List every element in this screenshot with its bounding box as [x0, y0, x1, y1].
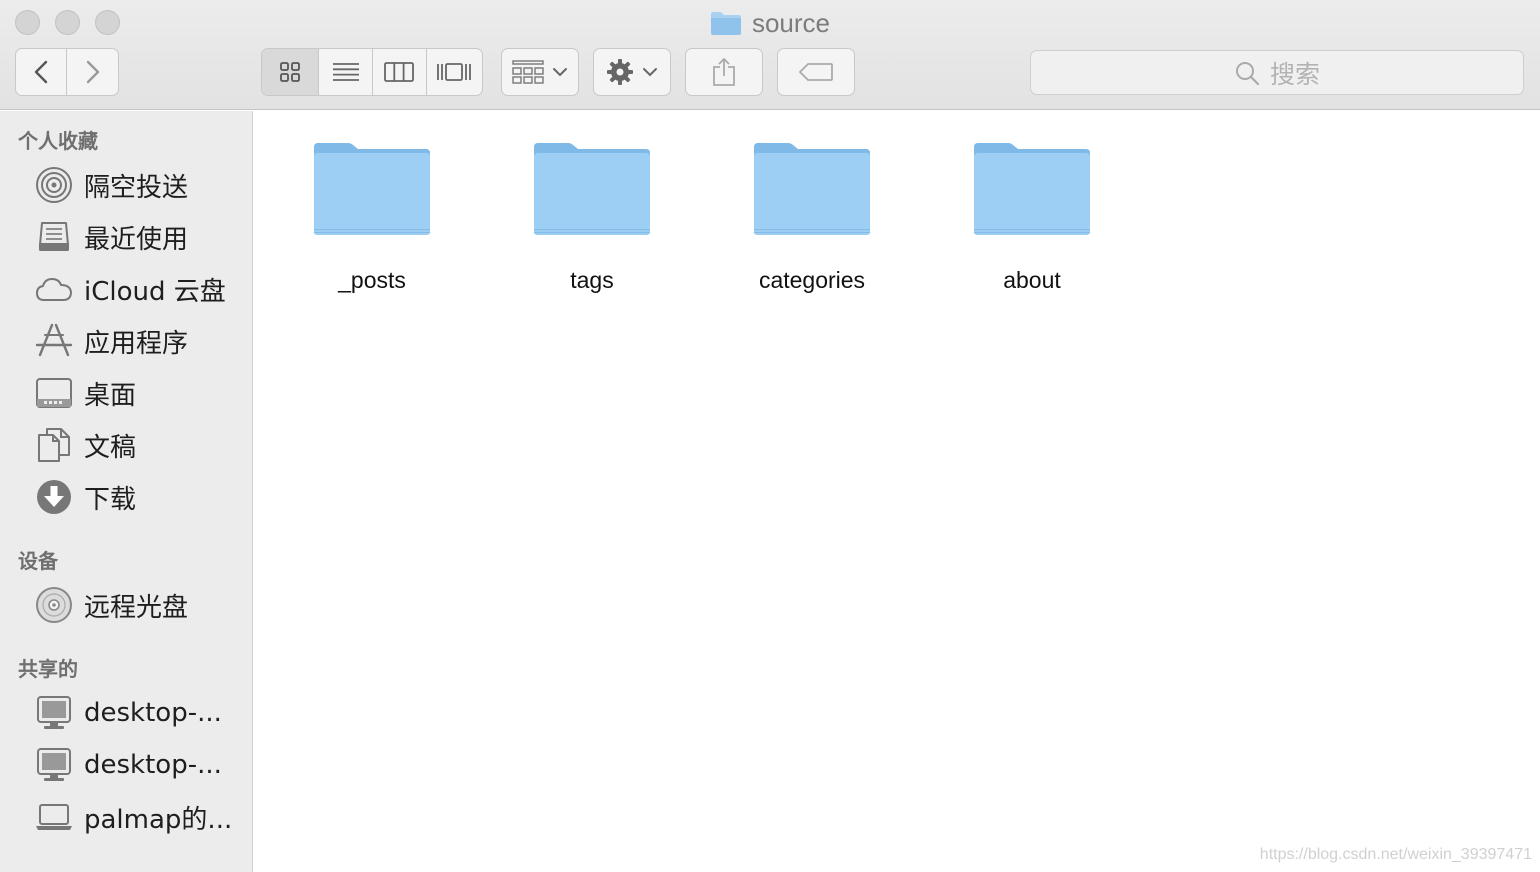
columns-icon	[384, 62, 415, 82]
cloud-icon	[34, 270, 74, 308]
sidebar-item-desktop[interactable]: 桌面	[0, 368, 252, 418]
folder-icon	[754, 143, 870, 235]
window-toolbar: source 搜索	[0, 0, 1540, 110]
cover-flow-icon	[437, 63, 472, 81]
sidebar-item-label: 文稿	[84, 432, 137, 463]
sidebar-item-icloud-drive[interactable]: iCloud 云盘	[0, 264, 252, 314]
folder-icon	[974, 143, 1090, 235]
arrange-icon	[512, 60, 544, 84]
folder-item[interactable]: _posts	[272, 135, 472, 315]
edit-tags-button[interactable]	[777, 48, 855, 96]
monitor-icon	[34, 746, 74, 784]
folder-icon	[534, 143, 650, 235]
sidebar-item-airdrop[interactable]: 隔空投送	[0, 160, 252, 210]
folder-item[interactable]: tags	[492, 135, 692, 315]
folder-icon	[710, 12, 741, 35]
folder-name: tags	[570, 267, 614, 293]
forward-button[interactable]	[67, 49, 118, 95]
monitor-icon	[34, 694, 74, 732]
tag-icon	[799, 63, 833, 81]
sidebar-item-label: 最近使用	[84, 224, 189, 255]
window-title: source	[0, 6, 1540, 40]
search-field[interactable]: 搜索	[1030, 50, 1524, 95]
file-browser-content: _posts tags categories about https://blo…	[254, 111, 1540, 872]
chevron-down-icon	[643, 68, 657, 77]
gear-icon	[607, 59, 633, 85]
folder-name: categories	[758, 267, 866, 293]
desktop-icon	[34, 374, 74, 412]
window-title-text: source	[751, 7, 831, 38]
sidebar-item-shared-desktop-1[interactable]: desktop-...	[0, 688, 252, 738]
laptop-icon	[34, 798, 74, 836]
chevron-left-icon	[34, 60, 48, 84]
sidebar-section-header-devices: 设备	[18, 549, 58, 573]
navigation-segment	[15, 48, 119, 96]
recents-icon	[34, 218, 74, 256]
download-icon	[34, 478, 74, 516]
share-button[interactable]	[685, 48, 763, 96]
optical-disc-icon	[34, 586, 74, 624]
folder-icon	[314, 143, 430, 235]
sidebar-item-applications[interactable]: 应用程序	[0, 316, 252, 366]
grid-icon	[280, 62, 301, 82]
sidebar-item-documents[interactable]: 文稿	[0, 420, 252, 470]
column-view-button[interactable]	[373, 49, 427, 95]
back-button[interactable]	[16, 49, 68, 95]
list-icon	[332, 63, 359, 81]
chevron-down-icon	[553, 68, 567, 77]
sidebar-item-label: iCloud 云盘	[84, 276, 226, 307]
sidebar-item-label: 桌面	[84, 380, 137, 411]
sidebar-item-label: desktop-...	[84, 698, 222, 728]
sidebar-item-label: 隔空投送	[84, 172, 189, 203]
arrange-button[interactable]	[501, 48, 579, 96]
sidebar-section-header-shared: 共享的	[18, 657, 78, 681]
sidebar-item-recents[interactable]: 最近使用	[0, 212, 252, 262]
sidebar-item-label: palmap的...	[84, 804, 233, 835]
folder-name: _posts	[338, 267, 406, 293]
sidebar-item-shared-palmap[interactable]: palmap的...	[0, 792, 252, 842]
search-icon	[1235, 61, 1260, 85]
sidebar-item-label: 应用程序	[84, 328, 189, 359]
search-placeholder: 搜索	[1269, 59, 1320, 89]
chevron-right-icon	[86, 60, 99, 84]
icon-view-button[interactable]	[262, 49, 320, 95]
sidebar-item-downloads[interactable]: 下载	[0, 472, 252, 522]
documents-icon	[34, 426, 74, 464]
sidebar-item-label: desktop-...	[84, 750, 222, 780]
sidebar-item-label: 远程光盘	[84, 592, 189, 623]
action-button[interactable]	[593, 48, 671, 96]
airdrop-icon	[34, 166, 74, 204]
view-mode-segment	[261, 48, 483, 96]
applications-icon	[34, 322, 74, 360]
sidebar-item-shared-desktop-2[interactable]: desktop-...	[0, 740, 252, 790]
sidebar-section-header-favorites: 个人收藏	[18, 129, 98, 153]
share-icon	[713, 57, 735, 86]
folder-item[interactable]: about	[932, 135, 1132, 315]
sidebar-item-remote-disc[interactable]: 远程光盘	[0, 580, 252, 630]
folder-item[interactable]: categories	[712, 135, 912, 315]
sidebar: 个人收藏 隔空投送 最近使用 iCloud 云盘 应用程序 桌面 文稿 下载 设…	[0, 111, 253, 872]
sidebar-item-label: 下载	[84, 484, 137, 515]
list-view-button[interactable]	[319, 49, 373, 95]
gallery-view-button[interactable]	[427, 49, 482, 95]
folder-name: about	[1003, 267, 1061, 293]
watermark: https://blog.csdn.net/weixin_39397471	[1259, 846, 1532, 863]
